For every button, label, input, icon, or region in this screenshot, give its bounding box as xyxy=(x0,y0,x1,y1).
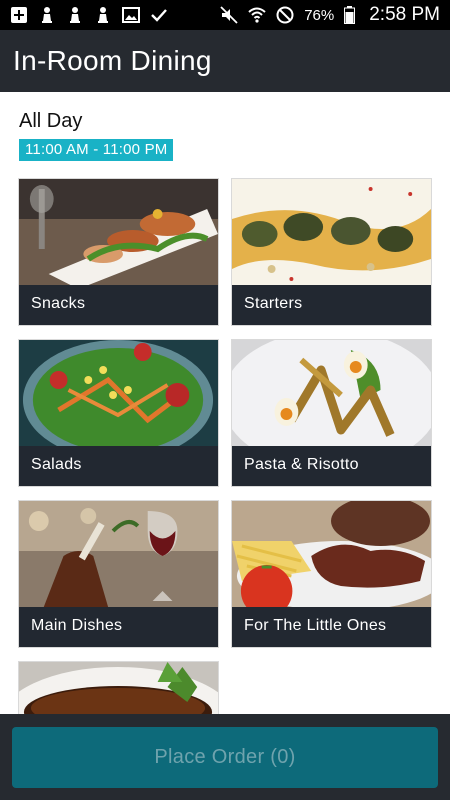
app-bar: In-Room Dining xyxy=(0,30,450,92)
add-icon xyxy=(10,6,28,24)
category-card-pasta[interactable]: Pasta & Risotto xyxy=(231,339,432,487)
category-card-dessert[interactable] xyxy=(18,661,219,714)
do-not-disturb-icon xyxy=(276,6,294,24)
pasta-photo xyxy=(232,340,431,446)
status-clock: 2:58 PM xyxy=(369,4,440,25)
menu-hours-badge: 11:00 AM - 11:00 PM xyxy=(19,139,174,161)
status-left xyxy=(10,6,168,24)
chess-pawn-icon xyxy=(66,6,84,24)
salads-photo xyxy=(19,340,218,446)
menu-content[interactable]: All Day 11:00 AM - 11:00 PM Snacks Start… xyxy=(0,92,450,714)
snacks-photo xyxy=(19,179,218,285)
category-card-salads[interactable]: Salads xyxy=(18,339,219,487)
bottom-bar: Place Order (0) xyxy=(0,714,450,800)
category-label: For The Little Ones xyxy=(244,617,387,634)
place-order-button[interactable]: Place Order (0) xyxy=(12,727,438,788)
mute-icon xyxy=(220,6,238,24)
check-icon xyxy=(150,6,168,24)
dessert-photo xyxy=(19,662,218,714)
little-ones-photo xyxy=(232,501,431,607)
category-card-little-ones[interactable]: For The Little Ones xyxy=(231,500,432,648)
menu-name: All Day xyxy=(19,110,83,132)
chess-pawn-icon xyxy=(94,6,112,24)
battery-icon xyxy=(344,6,356,24)
category-card-snacks[interactable]: Snacks xyxy=(18,178,219,326)
wifi-icon xyxy=(248,6,266,24)
chess-pawn-icon xyxy=(38,6,56,24)
category-label: Main Dishes xyxy=(31,617,123,634)
status-bar: 76% 2:58 PM xyxy=(0,0,450,30)
category-card-starters[interactable]: Starters xyxy=(231,178,432,326)
battery-percent: 76% xyxy=(304,6,335,24)
category-label: Snacks xyxy=(31,295,86,312)
status-right: 76% 2:58 PM xyxy=(220,4,440,26)
starters-photo xyxy=(232,179,431,285)
category-card-main-dishes[interactable]: Main Dishes xyxy=(18,500,219,648)
page-title: In-Room Dining xyxy=(13,45,212,76)
category-label: Salads xyxy=(31,456,82,473)
image-icon xyxy=(122,6,140,24)
category-label: Starters xyxy=(244,295,303,312)
category-label: Pasta & Risotto xyxy=(244,456,359,473)
main-dishes-photo xyxy=(19,501,218,607)
